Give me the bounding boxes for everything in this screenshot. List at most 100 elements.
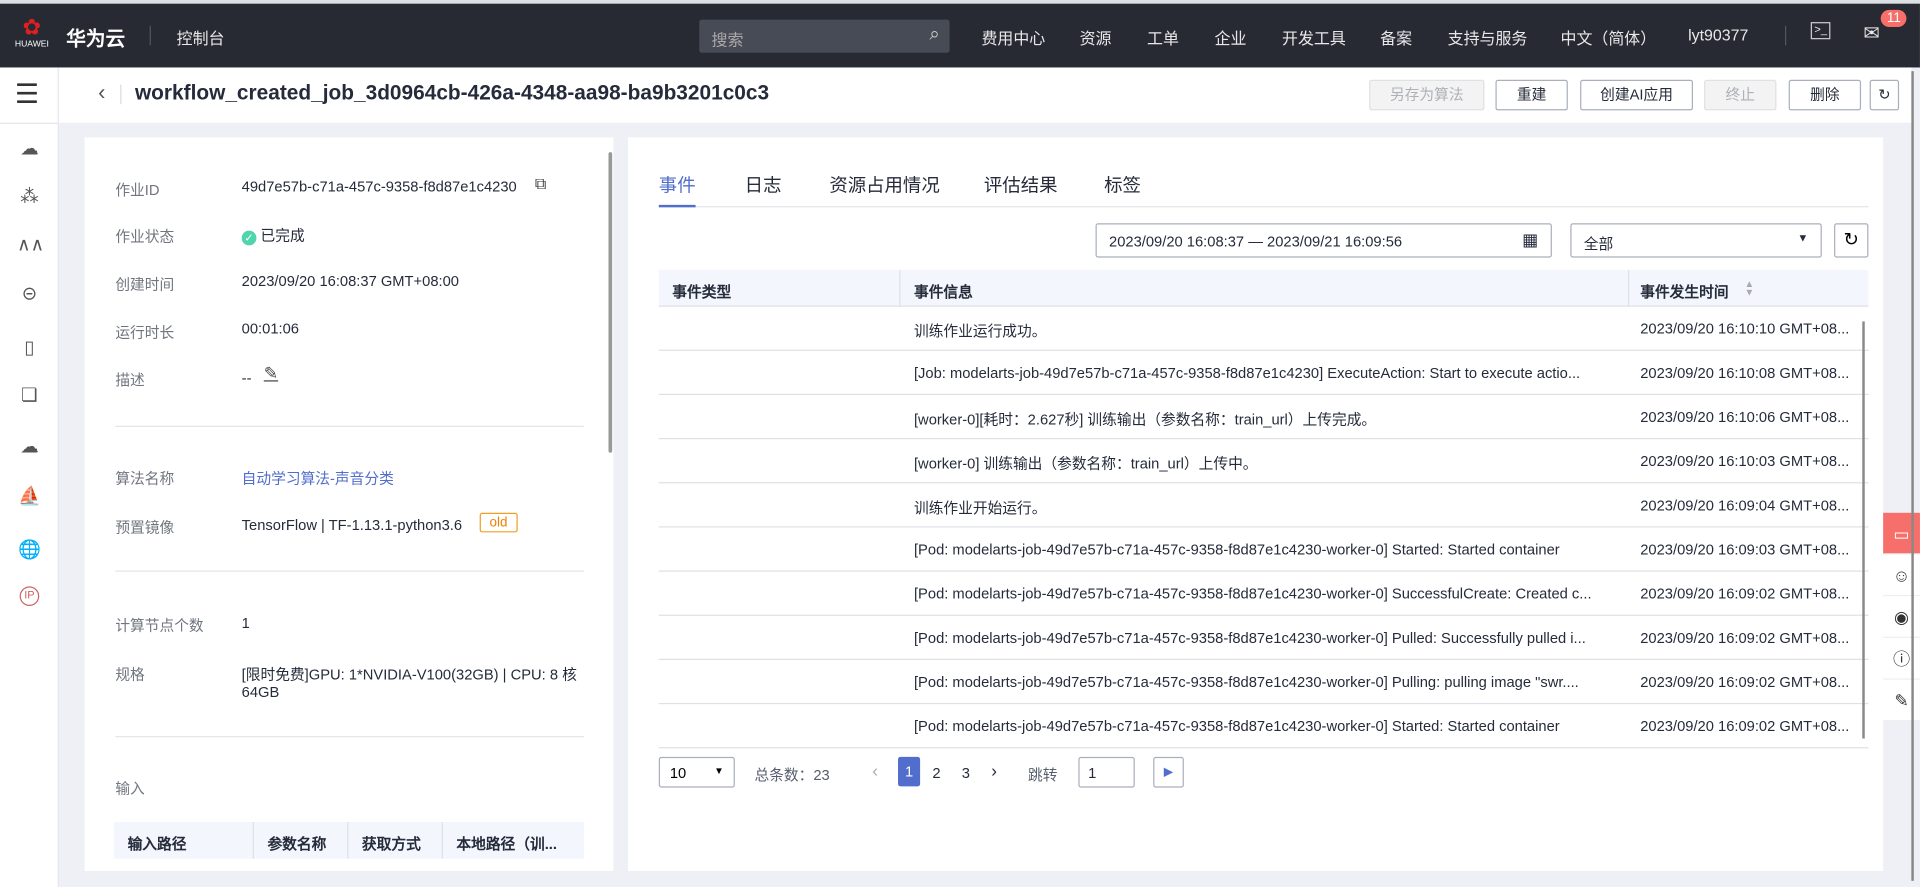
event-type-value: 全部 [1583, 235, 1614, 253]
nav-icp[interactable]: 备案 [1380, 26, 1412, 49]
page-title: workflow_created_job_3d0964cb-426a-4348-… [134, 80, 770, 105]
refresh-button[interactable]: ↻ [1869, 79, 1900, 111]
network-icon[interactable]: ⊝ [17, 282, 42, 307]
calendar-icon: ▦ [1522, 229, 1539, 250]
event-time: 2023/09/20 16:09:02 GMT+08... [1640, 717, 1850, 735]
smiley-icon[interactable]: ☺ [1883, 554, 1920, 597]
event-info: [Job: modelarts-job-49d7e57b-c71a-457c-9… [913, 364, 1581, 382]
event-time: 2023/09/20 16:10:10 GMT+08... [1640, 320, 1850, 338]
page-size-select[interactable]: 10 ▼ [658, 756, 735, 788]
page-1[interactable]: 1 [898, 756, 921, 787]
nav-user[interactable]: lyt90377 [1688, 26, 1748, 44]
event-row: ✓ 正常 [Pod: modelarts-job-49d7e57b-c71a-4… [658, 704, 1869, 749]
search-icon[interactable]: ⌕ [929, 23, 939, 44]
job-id-value: 49d7e57b-c71a-457c-9358-f8d87e1c4230 [241, 177, 517, 196]
job-details-panel: 作业ID 49d7e57b-c71a-457c-9358-f8d87e1c423… [84, 137, 614, 872]
device-icon[interactable]: ▯ [17, 336, 42, 361]
stop-button[interactable]: 终止 [1704, 79, 1777, 111]
page-scrollbar[interactable] [1911, 71, 1914, 881]
tab-logs[interactable]: 日志 [745, 172, 782, 198]
search-input[interactable]: 搜索 ⌕ [699, 19, 950, 53]
mail-icon[interactable]: ✉ [1864, 21, 1880, 46]
event-row: ✓ 正常 [worker-0][耗时：2.627秒] 训练输出（参数名称：tra… [658, 395, 1869, 440]
col-local-path: 本地路径（训... [456, 835, 557, 853]
back-icon[interactable]: ‹ [98, 80, 105, 106]
date-range-picker[interactable]: 2023/09/20 16:08:37 — 2023/09/21 16:09:5… [1095, 223, 1552, 258]
nav-language[interactable]: 中文（简体） [1560, 26, 1656, 49]
nav-resources[interactable]: 资源 [1080, 26, 1112, 49]
waveform-icon[interactable]: ∧∧ [17, 233, 44, 258]
page-header: ‹ workflow_created_job_3d0964cb-426a-434… [58, 67, 1912, 123]
job-status-value: 已完成 [260, 226, 305, 245]
tab-evaluation[interactable]: 评估结果 [984, 172, 1058, 198]
copy-icon[interactable]: ⧉ [535, 174, 546, 194]
event-time: 2023/09/20 16:09:02 GMT+08... [1640, 585, 1850, 603]
event-info: [Pod: modelarts-job-49d7e57b-c71a-457c-9… [913, 541, 1560, 559]
chevron-down-icon: ▼ [1797, 231, 1809, 245]
image-value: TensorFlow | TF-1.13.1-python3.6 [241, 516, 463, 534]
edit-icon[interactable]: ✎ [264, 363, 278, 384]
brand-name[interactable]: 华为云 [66, 22, 125, 51]
event-row: ✓ 正常 训练作业开始运行。 2023/09/20 16:09:04 GMT+0… [658, 483, 1869, 528]
event-info: [worker-0][耗时：2.627秒] 训练输出（参数名称：train_ur… [913, 410, 1377, 429]
description-value: -- [241, 369, 252, 387]
terminal-icon[interactable]: >_ [1810, 22, 1831, 40]
event-info: [Pod: modelarts-job-49d7e57b-c71a-457c-9… [913, 585, 1592, 603]
duration-label: 运行时长 [115, 323, 175, 342]
cloud-sync-icon[interactable]: ☁ [17, 436, 42, 461]
table-scrollbar[interactable] [1862, 321, 1865, 739]
jump-go-button[interactable]: ▶ [1153, 756, 1184, 788]
sort-icon[interactable]: ▲ ▼ [1745, 279, 1755, 297]
cloud-disk-icon[interactable]: ☁ [17, 137, 42, 162]
feedback-chat-button[interactable]: ▭ [1883, 512, 1920, 555]
document-icon[interactable]: ❏ [17, 384, 42, 409]
jump-page-input[interactable]: 1 [1078, 756, 1135, 788]
console-link[interactable]: 控制台 [177, 26, 225, 49]
help-icon[interactable]: ⓘ [1883, 637, 1920, 680]
assistant-icon[interactable]: ◉ [1883, 596, 1920, 638]
event-info: [Pod: modelarts-job-49d7e57b-c71a-457c-9… [913, 673, 1579, 691]
tab-resource-usage[interactable]: 资源占用情况 [829, 172, 939, 198]
rebuild-button[interactable]: 重建 [1495, 79, 1568, 111]
node-count-value: 1 [241, 614, 250, 632]
spec-value-line1: [限时免费]GPU: 1*NVIDIA-V100(32GB) | CPU: 8 … [241, 666, 577, 684]
events-table-header: 事件类型 事件信息 事件发生时间 ▲ ▼ [658, 269, 1869, 307]
tab-events[interactable]: 事件 [659, 172, 696, 198]
survey-icon[interactable]: ✎ [1883, 679, 1920, 722]
algorithm-label: 算法名称 [115, 469, 175, 488]
huawei-logo[interactable]: ✿ HUAWEI [15, 15, 49, 51]
nav-dev-tools[interactable]: 开发工具 [1282, 26, 1346, 49]
cluster-icon[interactable]: ⁂ [17, 185, 42, 210]
event-time: 2023/09/20 16:09:02 GMT+08... [1640, 629, 1850, 647]
page-3[interactable]: 3 [962, 764, 970, 781]
message-count-badge: 11 [1880, 9, 1907, 27]
algorithm-link[interactable]: 自动学习算法-声音分类 [242, 467, 394, 488]
page-2[interactable]: 2 [932, 764, 940, 781]
event-row: ✓ 正常 [Pod: modelarts-job-49d7e57b-c71a-4… [658, 616, 1869, 661]
next-page-icon[interactable]: › [991, 761, 997, 781]
save-as-algorithm-button[interactable]: 另存为算法 [1369, 79, 1485, 111]
create-ai-app-button[interactable]: 创建AI应用 [1580, 79, 1693, 111]
created-value: 2023/09/20 16:08:37 GMT+08:00 [241, 272, 459, 290]
menu-icon[interactable]: ☰ [15, 80, 40, 107]
col-event-time[interactable]: 事件发生时间 [1640, 281, 1728, 302]
nav-billing[interactable]: 费用中心 [981, 26, 1045, 49]
globe-icon[interactable]: 🌐 [17, 539, 42, 564]
node-count-label: 计算节点个数 [115, 617, 204, 635]
ip-icon[interactable]: IP [19, 586, 40, 607]
delete-button[interactable]: 删除 [1788, 79, 1862, 111]
sail-icon[interactable]: ⛵ [17, 485, 42, 510]
event-info: 训练作业运行成功。 [913, 322, 1047, 340]
event-info: [worker-0] 训练输出（参数名称：train_url）上传中。 [913, 455, 1258, 473]
tab-tags[interactable]: 标签 [1104, 172, 1141, 198]
event-time: 2023/09/20 16:09:03 GMT+08... [1640, 541, 1850, 559]
nav-tickets[interactable]: 工单 [1147, 26, 1179, 49]
event-type-select[interactable]: 全部 ▼ [1570, 223, 1822, 258]
panel-scrollbar[interactable] [608, 152, 613, 453]
nav-support[interactable]: 支持与服务 [1448, 26, 1528, 49]
event-row: ✓ 正常 [Pod: modelarts-job-49d7e57b-c71a-4… [658, 528, 1869, 572]
total-count: 总条数：23 [754, 766, 830, 784]
refresh-events-button[interactable]: ↻ [1834, 223, 1869, 258]
nav-enterprise[interactable]: 企业 [1215, 26, 1247, 49]
prev-page-icon[interactable]: ‹ [872, 761, 878, 781]
